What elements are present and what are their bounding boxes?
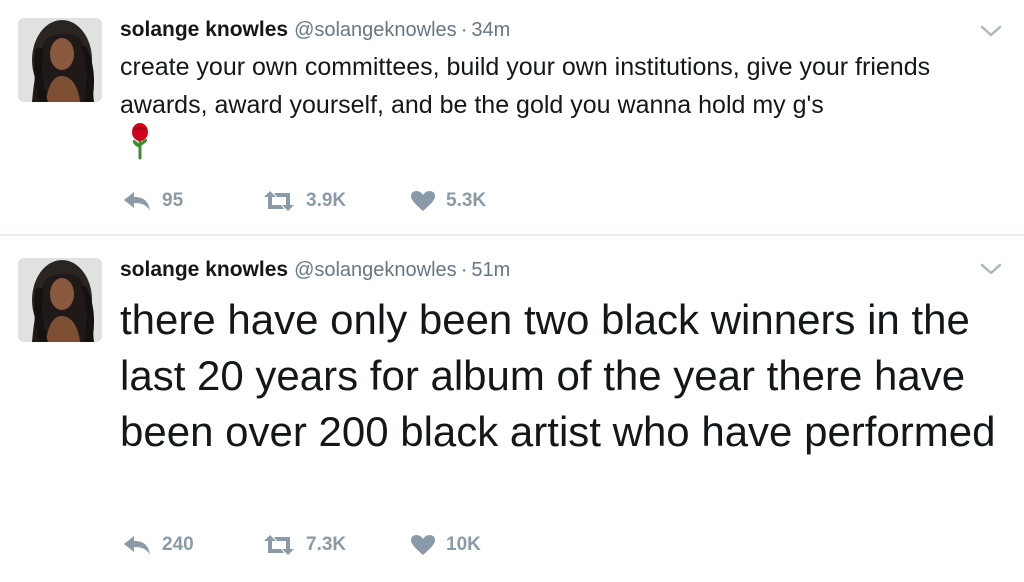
tweet-text: create your own committees, build your o…	[120, 53, 931, 119]
separator: ·	[460, 259, 468, 281]
tweet-actions: 240 7.3K 10K	[120, 529, 720, 561]
heart-icon	[410, 190, 436, 212]
tweet[interactable]: solange knowles @solangeknowles · 51m there…	[0, 236, 1024, 582]
like-button[interactable]: 5.3K	[410, 185, 486, 217]
user-handle[interactable]: @solangeknowles	[294, 259, 457, 281]
tweet-actions: 95 3.9K 5.3K	[120, 185, 720, 217]
like-count: 10K	[446, 534, 481, 555]
retweet-button[interactable]: 7.3K	[262, 529, 346, 561]
retweet-icon	[262, 534, 296, 556]
tweet[interactable]: solange knowles @solangeknowles · 34m creat…	[0, 0, 1024, 236]
retweet-button[interactable]: 3.9K	[262, 185, 346, 217]
reply-count: 240	[162, 534, 194, 555]
tweet-header: solange knowles @solangeknowles · 51m	[120, 255, 510, 285]
heart-icon	[410, 534, 436, 556]
tweet-header: solange knowles @solangeknowles · 34m	[120, 15, 510, 45]
avatar[interactable]	[18, 258, 102, 342]
like-button[interactable]: 10K	[410, 529, 481, 561]
rose-icon	[128, 122, 152, 160]
user-handle[interactable]: @solangeknowles	[294, 19, 457, 41]
timestamp[interactable]: 34m	[471, 19, 510, 41]
user-name[interactable]: solange knowles	[120, 258, 288, 281]
reply-icon	[122, 534, 152, 556]
reply-icon	[122, 190, 152, 212]
reply-button[interactable]: 240	[122, 529, 194, 561]
like-count: 5.3K	[446, 190, 487, 211]
avatar[interactable]	[18, 18, 102, 102]
chevron-down-icon[interactable]	[980, 24, 1002, 38]
retweet-icon	[262, 190, 296, 212]
timestamp[interactable]: 51m	[471, 259, 510, 281]
tweet-text: there have only been two black winners i…	[120, 296, 996, 455]
user-name[interactable]: solange knowles	[120, 18, 288, 41]
separator: ·	[460, 19, 468, 41]
retweet-count: 3.9K	[306, 190, 347, 211]
retweet-count: 7.3K	[306, 534, 347, 555]
reply-count: 95	[162, 190, 184, 211]
chevron-down-icon[interactable]	[980, 262, 1002, 276]
reply-button[interactable]: 95	[122, 185, 183, 217]
